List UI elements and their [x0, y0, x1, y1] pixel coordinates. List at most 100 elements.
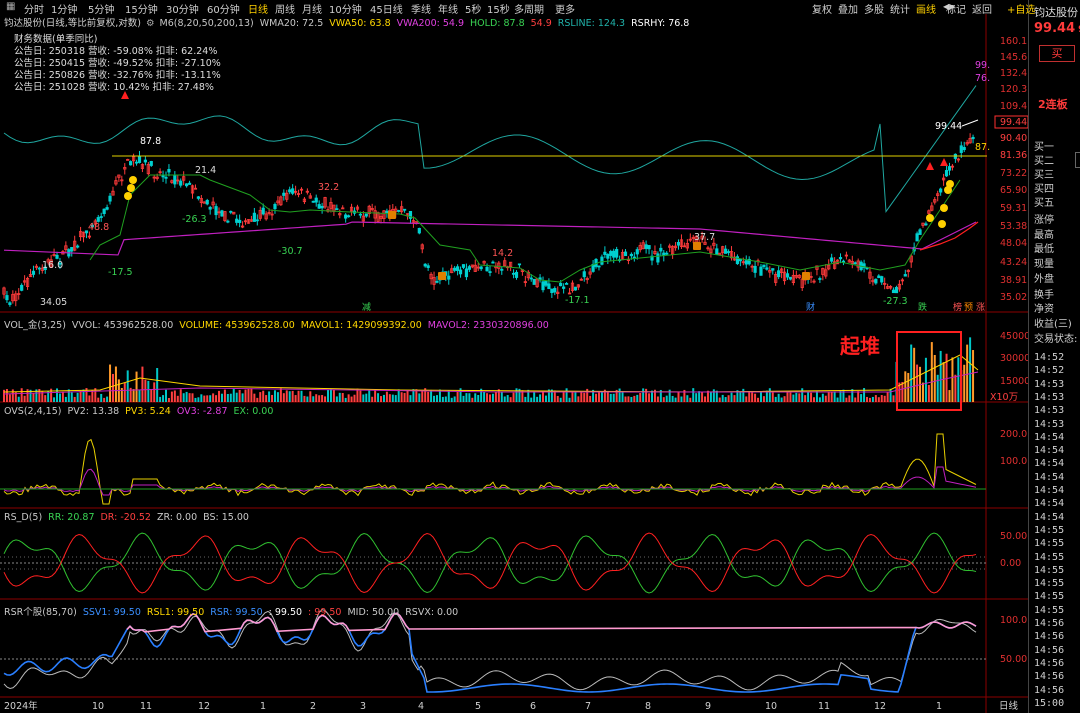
- event-dot-icon: [940, 204, 948, 212]
- price-label: 76.: [975, 73, 990, 84]
- volume-bar: [848, 395, 851, 402]
- candle-body: [344, 214, 348, 219]
- volume-bar: [701, 391, 704, 402]
- candle-body: [423, 263, 427, 267]
- volume-bar: [801, 388, 804, 402]
- volume-bar: [403, 392, 406, 402]
- price-axis-label: 43.24: [1000, 257, 1027, 268]
- candle-body: [894, 287, 899, 294]
- candle-body: [461, 264, 466, 268]
- volume-bar: [845, 397, 848, 402]
- volume-bar: [347, 394, 350, 402]
- candle-body: [947, 166, 952, 171]
- candle-body: [597, 265, 601, 268]
- date-axis-label: 8: [645, 701, 651, 712]
- candle-body: [397, 210, 401, 212]
- volume-bar: [866, 396, 869, 402]
- order-book-row: 买五: [1034, 198, 1054, 209]
- candle-body: [615, 249, 619, 258]
- date-axis-label: 4: [418, 701, 424, 712]
- volume-bar: [103, 397, 106, 402]
- event-dot-icon: [926, 214, 934, 222]
- candle-body: [788, 276, 793, 280]
- volume-bar: [606, 391, 609, 402]
- tick-time: 14:53: [1034, 391, 1065, 403]
- volume-bar: [159, 396, 162, 402]
- volume-bar: [377, 393, 380, 402]
- price-axis-label: 35.02: [1000, 292, 1027, 303]
- order-book-row: 买一: [1034, 142, 1054, 153]
- volume-bar: [312, 396, 315, 402]
- volume-bar: [321, 395, 324, 402]
- volume-bar: [813, 397, 815, 402]
- legend-item: PV3: 5.24: [125, 406, 171, 417]
- volume-bar: [565, 388, 568, 402]
- volume-bar: [727, 395, 730, 402]
- volume-bar: [512, 392, 515, 402]
- volume-bar: [276, 392, 279, 402]
- date-axis-label: 11: [818, 701, 830, 712]
- settings-icon[interactable]: ⚙: [146, 18, 155, 29]
- volume-bar: [739, 392, 742, 402]
- stat-row: 交易状态:: [1034, 333, 1078, 345]
- tick-time: 14:55: [1034, 551, 1065, 563]
- stat-row: 最高: [1034, 229, 1054, 241]
- volume-bar: [580, 392, 583, 402]
- buy-button[interactable]: 买: [1039, 45, 1075, 62]
- candle-body: [918, 229, 922, 235]
- tick-time: 14:56: [1034, 657, 1065, 669]
- volume-bar: [220, 393, 223, 402]
- legend-item: ZR: 0.00: [156, 512, 198, 523]
- volume-bar: [821, 393, 824, 402]
- tick-time: 14:55: [1034, 578, 1065, 590]
- candle-body: [402, 208, 407, 211]
- volume-bar: [114, 366, 117, 402]
- legend-item: MID: 50.00: [347, 607, 400, 618]
- volume-bar: [8, 394, 11, 402]
- volume-bar: [353, 394, 356, 402]
- volume-bar: [200, 394, 203, 402]
- volume-bar: [698, 391, 701, 402]
- add-watch-button[interactable]: +自选: [1007, 1, 1035, 16]
- price-label: -26.3: [182, 214, 207, 225]
- candle-body: [830, 257, 834, 262]
- volume-bar: [491, 393, 494, 402]
- volume-bar: [76, 392, 79, 402]
- up-triangle-icon: [940, 158, 948, 166]
- volume-bar: [562, 392, 565, 402]
- candle-body: [665, 252, 669, 255]
- volume-bar: [754, 393, 757, 402]
- volume-bar: [506, 395, 509, 402]
- volume-bar: [421, 389, 424, 402]
- volume-bar: [329, 388, 332, 402]
- legend-item: VOLUME: 453962528.00: [179, 320, 295, 331]
- price-label: 34.05: [40, 297, 67, 308]
- volume-legend: VOL_金(3,25) VVOL: 453962528.00 VOLUME: 453…: [4, 317, 555, 331]
- volume-axis-label: 15000: [1000, 376, 1028, 387]
- tick-time: 14:56: [1034, 644, 1065, 656]
- price-axis-label: 99.44: [1000, 117, 1027, 128]
- price-axis-label: 48.04: [1000, 238, 1027, 249]
- sidebar-scroll-handle[interactable]: [1075, 152, 1080, 168]
- legend-item: MAVOL1: 1429099392.00: [300, 320, 422, 331]
- volume-bar: [400, 392, 403, 402]
- price-label: 21.4: [195, 165, 216, 176]
- volume-bar: [789, 392, 792, 402]
- candle-body: [173, 175, 177, 185]
- volume-bar: [238, 389, 241, 402]
- candle-body: [744, 260, 748, 265]
- tick-time: 14:52: [1034, 365, 1065, 377]
- price-label: 48.8: [88, 222, 109, 233]
- volume-bar: [256, 397, 259, 402]
- tick-time: 14:54: [1034, 445, 1065, 457]
- volume-bar: [671, 395, 674, 402]
- stat-row: 最低: [1034, 244, 1054, 256]
- volume-bar: [692, 388, 695, 402]
- volume-bar: [680, 396, 683, 402]
- mavol1: [3, 354, 979, 393]
- grid-icon[interactable]: ▦: [6, 1, 15, 12]
- volume-bar: [212, 393, 215, 402]
- volume-bar: [877, 397, 880, 402]
- candle-body: [877, 275, 881, 279]
- tick-time: 14:54: [1034, 511, 1065, 523]
